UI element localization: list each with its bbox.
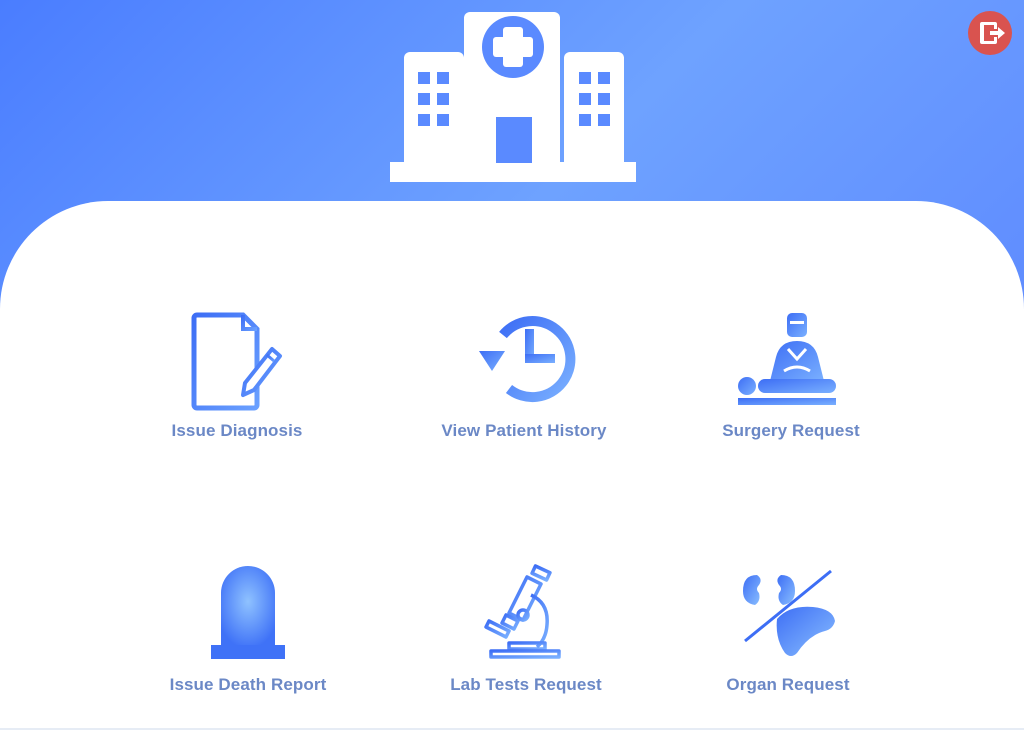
menu-item-label: Organ Request	[726, 675, 850, 694]
menu-item-surgery-request[interactable]: Surgery Request	[681, 309, 901, 469]
app-window: Issue Diagnosis View Patient History Sur…	[0, 0, 1024, 730]
tombstone-icon	[193, 563, 303, 667]
menu-item-lab-tests-request[interactable]: Lab Tests Request	[416, 563, 636, 723]
menu-item-view-patient-history[interactable]: View Patient History	[414, 309, 634, 469]
document-pencil-icon	[182, 309, 292, 413]
menu-item-issue-diagnosis[interactable]: Issue Diagnosis	[127, 309, 347, 469]
logout-button[interactable]	[968, 11, 1012, 55]
logout-icon	[980, 22, 1005, 44]
menu-item-label: Issue Diagnosis	[171, 421, 303, 440]
menu-item-label: Lab Tests Request	[450, 675, 602, 694]
menu-item-label: Issue Death Report	[169, 675, 327, 694]
menu-item-organ-request[interactable]: Organ Request	[678, 563, 898, 723]
microscope-icon	[471, 563, 581, 667]
history-icon	[469, 309, 579, 413]
surgeon-icon	[736, 309, 846, 413]
organs-icon	[733, 563, 843, 667]
menu-item-label: Surgery Request	[722, 421, 860, 440]
menu-item-issue-death-report[interactable]: Issue Death Report	[138, 563, 358, 723]
menu-item-label: View Patient History	[441, 421, 607, 440]
hospital-icon	[388, 12, 638, 184]
